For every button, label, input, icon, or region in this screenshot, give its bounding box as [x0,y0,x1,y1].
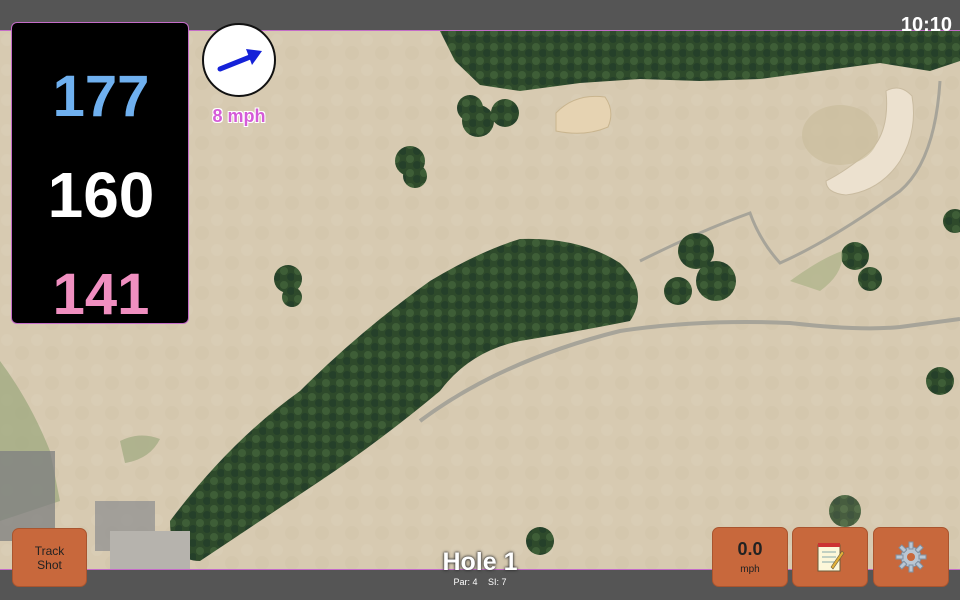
distance-panel[interactable]: 177 160 141 [11,22,189,327]
track-shot-button[interactable]: Track Shot [12,528,87,587]
back-distance: 177 [52,64,150,129]
front-distance: 141 [52,262,150,327]
wind-speed: 8 mph [212,106,266,126]
settings-button[interactable] [873,527,949,587]
hole-par: Par: 4 [453,577,478,587]
speed-value: 0.0 [737,539,763,559]
wind-arrow-icon [217,49,262,72]
middle-distance: 160 [47,159,155,231]
hole-title: Hole 1 [442,548,518,576]
hole-stroke-index: SI: 7 [488,577,507,587]
wind-indicator [202,23,276,97]
speed-unit: mph [740,564,760,575]
track-shot-label-line2: Shot [37,557,62,572]
speed-button[interactable]: 0.0 mph [712,527,788,587]
gear-icon [895,541,927,573]
hole-details: Par: 4 SI: 7 [380,577,580,587]
notes-button[interactable] [792,527,868,587]
notepad-icon [817,543,845,572]
track-shot-label-line1: Track [34,543,65,558]
clock: 10:10 [900,14,952,36]
